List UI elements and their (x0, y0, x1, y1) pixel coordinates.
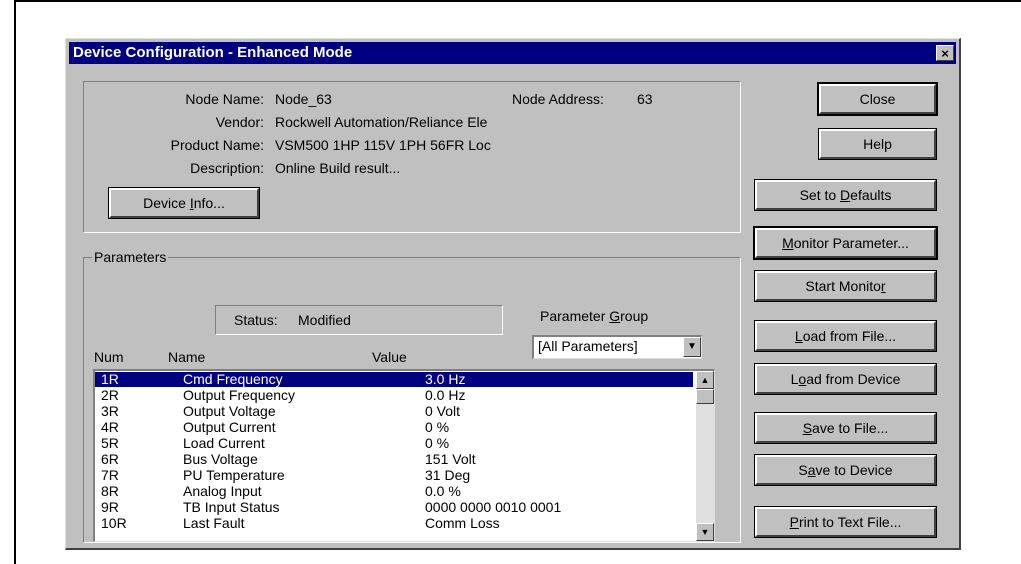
device-info-button[interactable]: Device Info... (108, 187, 260, 219)
param-value: 0.0 % (425, 483, 461, 499)
close-window-button[interactable]: × (936, 45, 954, 61)
parameter-row[interactable]: 1R Cmd Frequency 3.0 Hz (95, 372, 693, 387)
parameter-list[interactable]: 1R Cmd Frequency 3.0 Hz 2R Output Frequency 0… (93, 369, 715, 542)
page-frame-left (14, 0, 16, 564)
device-configuration-dialog: Device Configuration - Enhanced Mode × N… (65, 38, 961, 550)
parameter-row[interactable]: 9R TB Input Status 0000 0000 0010 0001 (95, 500, 693, 515)
parameter-row[interactable]: 7R PU Temperature 31 Deg (95, 468, 693, 483)
monitor-parameter-button[interactable]: Monitor Parameter... (753, 226, 938, 260)
param-num: 8R (101, 483, 119, 499)
print-to-text-file-button[interactable]: Print to Text File... (754, 506, 937, 538)
parameter-row[interactable]: 5R Load Current 0 % (95, 436, 693, 451)
param-num: 3R (101, 403, 119, 419)
param-name: PU Temperature (183, 467, 285, 483)
save-to-file-button[interactable]: Save to File... (754, 412, 937, 444)
param-name: Cmd Frequency (183, 371, 283, 387)
parameter-row[interactable]: 2R Output Frequency 0.0 Hz (95, 388, 693, 403)
parameter-row[interactable]: 6R Bus Voltage 151 Volt (95, 452, 693, 467)
param-name: Last Fault (183, 515, 245, 531)
node-address-value: 63 (637, 91, 653, 107)
save-to-device-button[interactable]: Save to Device (754, 454, 937, 486)
param-value: 0 % (425, 419, 450, 435)
param-value: 3.0 Hz (425, 371, 466, 387)
node-name-label: Node Name: (185, 91, 264, 107)
param-num: 2R (101, 387, 119, 403)
parameter-group-select[interactable]: [All Parameters] ▼ (532, 335, 702, 359)
param-num: 7R (101, 467, 119, 483)
description-value: Online Build result... (275, 160, 401, 176)
parameters-group: Parameters Status: Modified Parameter Gr… (83, 249, 741, 543)
status-label: Status: (234, 312, 278, 328)
dropdown-arrow-icon[interactable]: ▼ (683, 337, 701, 357)
parameter-group-label: Parameter Group (540, 308, 649, 324)
param-num: 10R (101, 515, 127, 531)
column-header-value: Value (372, 349, 407, 365)
vertical-scrollbar[interactable]: ▲ ▼ (696, 371, 714, 541)
param-value: 0 Volt (425, 403, 461, 419)
param-num: 9R (101, 499, 119, 515)
parameter-row[interactable]: 4R Output Current 0 % (95, 420, 693, 435)
close-button[interactable]: Close (817, 82, 938, 116)
close-icon: × (941, 46, 949, 61)
param-value: 31 Deg (425, 467, 471, 483)
parameters-group-title: Parameters (92, 249, 169, 265)
parameter-row[interactable]: 8R Analog Input 0.0 % (95, 484, 693, 499)
vendor-label: Vendor: (215, 114, 264, 130)
node-address-label: Node Address: (512, 91, 604, 107)
param-value: 0.0 Hz (425, 387, 466, 403)
window-title: Device Configuration - Enhanced Mode (73, 44, 353, 61)
scroll-up-icon[interactable]: ▲ (696, 371, 714, 389)
param-name: Output Frequency (183, 387, 296, 403)
column-header-name: Name (168, 349, 206, 365)
scroll-thumb[interactable] (696, 389, 714, 404)
vendor-value: Rockwell Automation/Reliance Ele (275, 114, 488, 130)
load-from-file-button[interactable]: Load from File... (754, 320, 937, 352)
param-num: 6R (101, 451, 119, 467)
param-value: 0000 0000 0010 0001 (425, 499, 562, 515)
param-num: 5R (101, 435, 119, 451)
param-name: Analog Input (183, 483, 262, 499)
status-value: Modified (298, 312, 351, 328)
product-name-value: VSM500 1HP 115V 1PH 56FR Loc (275, 137, 491, 153)
param-value: Comm Loss (425, 515, 500, 531)
help-button[interactable]: Help (818, 128, 937, 160)
param-name: Load Current (183, 435, 265, 451)
param-name: Output Voltage (183, 403, 276, 419)
start-monitor-button[interactable]: Start Monitor (754, 270, 937, 302)
param-name: TB Input Status (183, 499, 280, 515)
param-num: 1R (101, 371, 119, 387)
param-name: Output Current (183, 419, 276, 435)
param-value: 151 Volt (425, 451, 476, 467)
parameter-row[interactable]: 3R Output Voltage 0 Volt (95, 404, 693, 419)
column-header-num: Num (94, 349, 124, 365)
node-name-value: Node_63 (275, 91, 332, 107)
page-frame-top (14, 0, 1021, 2)
param-value: 0 % (425, 435, 450, 451)
load-from-device-button[interactable]: Load from Device (754, 363, 937, 395)
device-info-panel: Node Name: Node_63 Node Address: 63 Vend… (83, 81, 741, 233)
title-bar: Device Configuration - Enhanced Mode × (69, 42, 956, 64)
set-to-defaults-button[interactable]: Set to Defaults (754, 179, 937, 211)
parameter-row[interactable]: 10R Last Fault Comm Loss (95, 516, 693, 531)
param-num: 4R (101, 419, 119, 435)
param-name: Bus Voltage (183, 451, 258, 467)
product-name-label: Product Name: (170, 137, 264, 153)
description-label: Description: (190, 160, 264, 176)
scroll-down-icon[interactable]: ▼ (696, 523, 714, 541)
status-box: Status: Modified (215, 305, 503, 335)
parameter-group-selected: [All Parameters] (538, 338, 638, 354)
